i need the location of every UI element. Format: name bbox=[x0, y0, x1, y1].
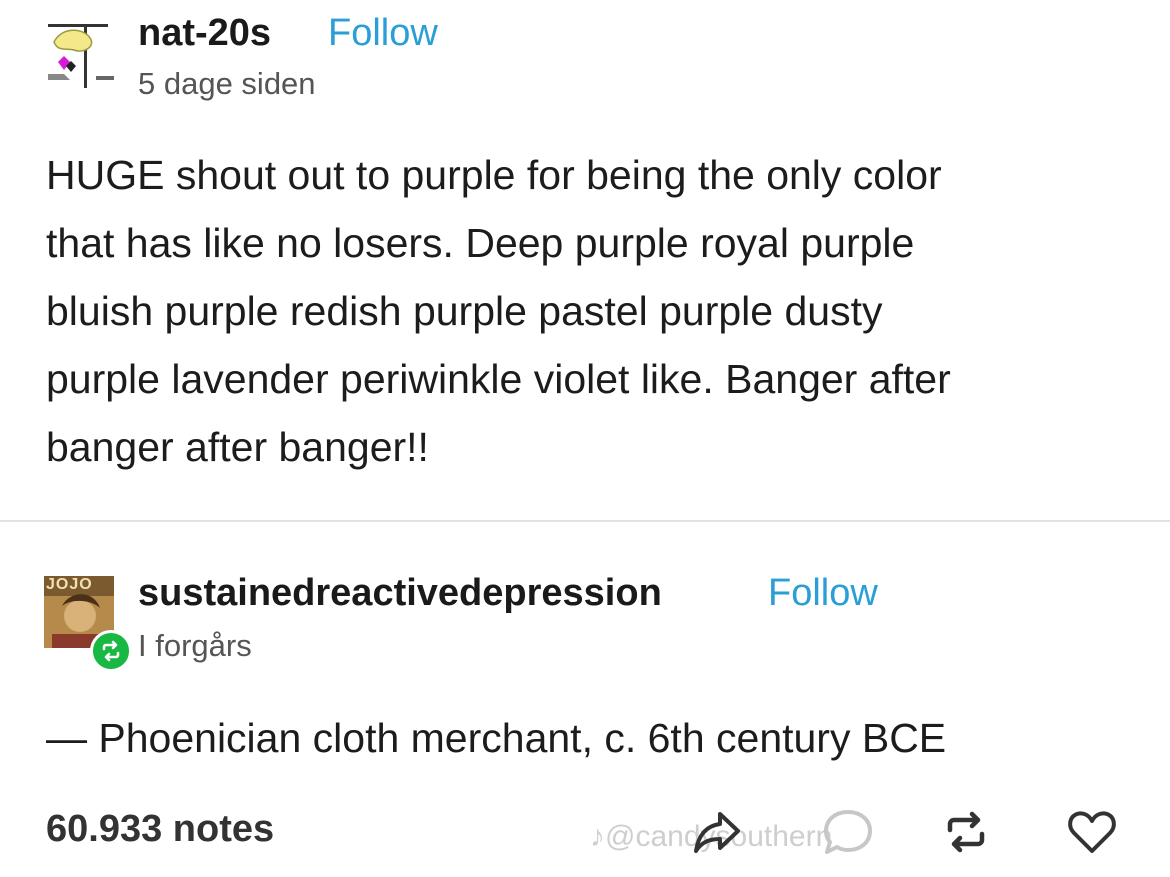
notes-count[interactable]: 60.933 notes bbox=[46, 808, 274, 851]
follow-button-post2[interactable]: Follow bbox=[768, 572, 878, 615]
reblog-badge-icon bbox=[90, 630, 132, 672]
username-post2[interactable]: sustainedreactivedepression bbox=[138, 572, 662, 615]
post1-line: purple lavender periwinkle violet like. … bbox=[46, 356, 951, 402]
timestamp-post1: 5 dage siden bbox=[138, 66, 316, 101]
post1-line: that has like no losers. Deep purple roy… bbox=[46, 220, 915, 266]
timestamp-post2: I forgårs bbox=[138, 628, 252, 663]
comment-icon[interactable] bbox=[820, 804, 876, 860]
avatar-nat-20s[interactable] bbox=[44, 20, 116, 92]
post1-line: bluish purple redish purple pastel purpl… bbox=[46, 288, 883, 334]
heart-icon[interactable] bbox=[1064, 804, 1120, 860]
username-post1[interactable]: nat-20s bbox=[138, 12, 271, 55]
avatar-image bbox=[44, 20, 116, 92]
share-icon[interactable] bbox=[690, 804, 746, 860]
avatar-text: JOJO bbox=[46, 576, 93, 593]
post2-body: — Phoenician cloth merchant, c. 6th cent… bbox=[46, 715, 947, 761]
post1-body: HUGE shout out to purple for being the o… bbox=[46, 141, 1126, 481]
reblog-icon[interactable] bbox=[938, 804, 994, 860]
post1-line: banger after banger!! bbox=[46, 424, 429, 470]
post1-line: HUGE shout out to purple for being the o… bbox=[46, 152, 942, 198]
post-divider bbox=[0, 520, 1170, 522]
follow-button-post1[interactable]: Follow bbox=[328, 12, 438, 55]
